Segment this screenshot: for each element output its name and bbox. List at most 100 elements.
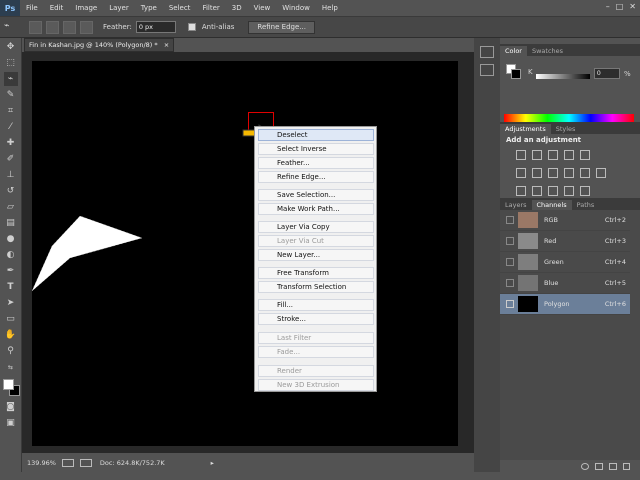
menu-item-feather[interactable]: Feather... <box>258 157 374 169</box>
subtract-selection-icon[interactable] <box>63 20 76 34</box>
lasso-preset-icon[interactable]: ⌁ <box>4 21 17 34</box>
path-select-tool-icon[interactable]: ➤ <box>4 296 18 310</box>
menu-window[interactable]: Window <box>276 4 316 12</box>
add-selection-icon[interactable] <box>46 20 59 34</box>
menu-item-transform-selection[interactable]: Transform Selection <box>258 281 374 293</box>
color-balance-adjustment-icon[interactable] <box>532 168 542 178</box>
tab-color[interactable]: Color <box>500 46 527 56</box>
crop-tool-icon[interactable]: ⌗ <box>4 104 18 118</box>
k-value-input[interactable] <box>594 68 620 79</box>
posterize-adjustment-icon[interactable] <box>532 186 542 196</box>
menu-filter[interactable]: Filter <box>196 4 225 12</box>
menu-item-deselect[interactable]: Deselect <box>258 129 374 141</box>
menu-item-layer-via-copy[interactable]: Layer Via Copy <box>258 221 374 233</box>
visibility-toggle[interactable] <box>506 279 514 287</box>
channel-row-polygon[interactable]: Polygon Ctrl+6 <box>500 294 630 315</box>
canvas[interactable] <box>32 61 458 446</box>
menu-edit[interactable]: Edit <box>44 4 70 12</box>
menu-item-select-inverse[interactable]: Select Inverse <box>258 143 374 155</box>
pen-tool-icon[interactable]: ✒ <box>4 264 18 278</box>
delete-channel-icon[interactable] <box>623 462 630 470</box>
tab-styles[interactable]: Styles <box>551 124 581 134</box>
photo-filter-adjustment-icon[interactable] <box>564 168 574 178</box>
properties-panel-icon[interactable] <box>480 64 494 76</box>
channel-mixer-adjustment-icon[interactable] <box>580 168 590 178</box>
channel-row-blue[interactable]: Blue Ctrl+5 <box>500 273 630 294</box>
vibrance-adjustment-icon[interactable] <box>580 150 590 160</box>
menu-layer[interactable]: Layer <box>103 4 135 12</box>
menu-item-free-transform[interactable]: Free Transform <box>258 267 374 279</box>
exposure-adjustment-icon[interactable] <box>564 150 574 160</box>
black-white-adjustment-icon[interactable] <box>548 168 558 178</box>
tab-paths[interactable]: Paths <box>572 200 600 210</box>
visibility-toggle[interactable] <box>506 258 514 266</box>
menu-item-stroke[interactable]: Stroke... <box>258 313 374 325</box>
blur-tool-icon[interactable]: ● <box>4 232 18 246</box>
channel-row-rgb[interactable]: RGB Ctrl+2 <box>500 210 630 231</box>
color-swatches[interactable] <box>0 376 22 398</box>
tab-channels[interactable]: Channels <box>531 200 572 210</box>
status-icon-2[interactable] <box>79 458 92 467</box>
curves-adjustment-icon[interactable] <box>548 150 558 160</box>
menu-3d[interactable]: 3D <box>226 4 248 12</box>
minimize-button[interactable]: – <box>606 2 610 11</box>
levels-adjustment-icon[interactable] <box>532 150 542 160</box>
maximize-button[interactable]: □ <box>616 2 624 11</box>
polygonal-lasso-tool-icon[interactable]: ⌁ <box>3 72 18 86</box>
menu-help[interactable]: Help <box>316 4 344 12</box>
hand-tool-icon[interactable]: ✋ <box>4 328 18 342</box>
swap-colors-icon[interactable]: ⇆ <box>4 360 18 374</box>
threshold-adjustment-icon[interactable] <box>548 186 558 196</box>
antialias-checkbox[interactable] <box>187 23 196 31</box>
new-selection-icon[interactable] <box>29 20 42 34</box>
menu-item-make-work-path[interactable]: Make Work Path... <box>258 203 374 215</box>
invert-adjustment-icon[interactable] <box>516 186 526 196</box>
document-tab[interactable]: Fin in Kashan.jpg @ 140% (Polygon/8) * × <box>24 38 174 52</box>
menu-type[interactable]: Type <box>135 4 163 12</box>
gradient-map-adjustment-icon[interactable] <box>580 186 590 196</box>
quick-select-tool-icon[interactable]: ✎ <box>4 88 18 102</box>
hue-adjustment-icon[interactable] <box>516 168 526 178</box>
healing-tool-icon[interactable]: ✚ <box>4 136 18 150</box>
menu-file[interactable]: File <box>20 4 44 12</box>
shape-tool-icon[interactable]: ▭ <box>4 312 18 326</box>
eyedropper-tool-icon[interactable]: ⁄ <box>4 120 18 134</box>
tab-adjustments[interactable]: Adjustments <box>500 124 551 134</box>
type-tool-icon[interactable]: T <box>4 280 18 294</box>
k-slider[interactable] <box>536 74 590 79</box>
gradient-tool-icon[interactable]: ▤ <box>4 216 18 230</box>
channel-row-green[interactable]: Green Ctrl+4 <box>500 252 630 273</box>
zoom-level[interactable]: 139.96% <box>27 459 56 467</box>
quick-mask-icon[interactable]: ◙ <box>4 400 18 414</box>
stamp-tool-icon[interactable]: ⊥ <box>4 168 18 182</box>
menu-item-new-layer[interactable]: New Layer... <box>258 249 374 261</box>
save-selection-icon[interactable] <box>595 462 603 470</box>
menu-view[interactable]: View <box>248 4 277 12</box>
tab-swatches[interactable]: Swatches <box>527 46 568 56</box>
brush-tool-icon[interactable]: ✐ <box>4 152 18 166</box>
menu-item-save-selection[interactable]: Save Selection... <box>258 189 374 201</box>
feather-input[interactable] <box>135 21 176 33</box>
visibility-toggle[interactable] <box>506 216 514 224</box>
menu-item-fill[interactable]: Fill... <box>258 299 374 311</box>
menu-select[interactable]: Select <box>163 4 197 12</box>
move-tool-icon[interactable]: ✥ <box>4 40 18 54</box>
screen-mode-icon[interactable]: ▣ <box>4 416 18 430</box>
color-background[interactable] <box>511 69 521 79</box>
color-lookup-adjustment-icon[interactable] <box>596 168 606 178</box>
visibility-toggle[interactable] <box>506 300 514 308</box>
dodge-tool-icon[interactable]: ◐ <box>4 248 18 262</box>
new-channel-icon[interactable] <box>609 462 617 470</box>
menu-image[interactable]: Image <box>69 4 103 12</box>
channel-row-red[interactable]: Red Ctrl+3 <box>500 231 630 252</box>
brightness-adjustment-icon[interactable] <box>516 150 526 160</box>
refine-edge-button[interactable]: Refine Edge... <box>248 20 315 34</box>
selective-color-adjustment-icon[interactable] <box>564 186 574 196</box>
status-arrow-icon[interactable]: ▸ <box>211 459 214 467</box>
load-selection-icon[interactable] <box>581 462 589 470</box>
history-brush-tool-icon[interactable]: ↺ <box>4 184 18 198</box>
marquee-tool-icon[interactable]: ⬚ <box>4 56 18 70</box>
tab-layers[interactable]: Layers <box>500 200 532 210</box>
menu-item-refine-edge[interactable]: Refine Edge... <box>258 171 374 183</box>
history-panel-icon[interactable] <box>480 46 494 58</box>
